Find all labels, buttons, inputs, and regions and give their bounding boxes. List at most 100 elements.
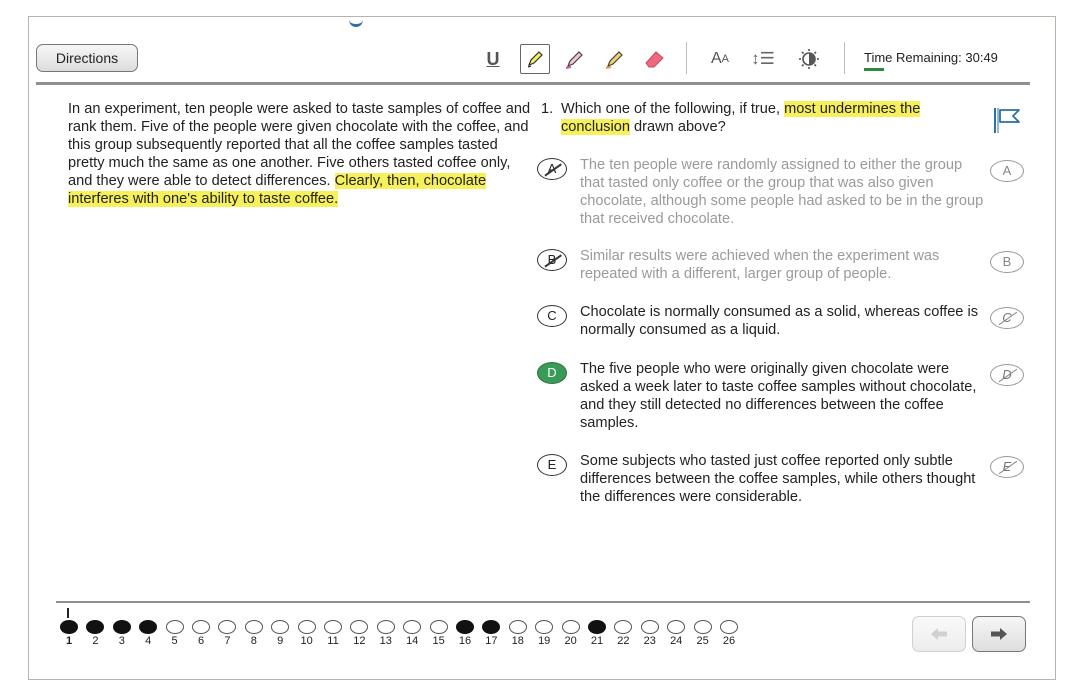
question-number-label: 10 <box>300 635 313 647</box>
question-dot-22[interactable] <box>614 620 633 634</box>
question-number-label: 12 <box>353 635 366 647</box>
question-dot-16[interactable] <box>456 620 474 634</box>
choice-text-d: The five people who were originally give… <box>580 361 977 431</box>
choice-letter-a[interactable]: A <box>537 158 567 180</box>
question-number-label: 16 <box>458 635 472 647</box>
eliminate-toggle-a[interactable]: A <box>990 160 1024 182</box>
question-dot-14[interactable] <box>403 620 422 634</box>
question-number-label: 7 <box>224 635 231 647</box>
question-number-label: 24 <box>670 635 683 647</box>
choice-letter-b[interactable]: B <box>537 249 567 271</box>
question-number-label: 26 <box>722 635 736 647</box>
question-dot-1[interactable] <box>60 620 78 634</box>
time-progress-bar <box>864 68 884 71</box>
question-dot-10[interactable] <box>297 620 316 634</box>
flag-icon[interactable] <box>991 104 1023 136</box>
eliminate-toggle-c[interactable]: C <box>990 307 1024 329</box>
question-dot-17[interactable] <box>482 620 501 634</box>
question-dot-20[interactable] <box>561 620 580 634</box>
eliminate-toggle-e[interactable]: E <box>990 456 1024 478</box>
question-dot-9[interactable] <box>271 620 290 634</box>
eliminate-toggle-d[interactable]: D <box>990 364 1024 386</box>
choice-text-c: Chocolate is normally consumed as a soli… <box>580 304 979 338</box>
question-number-label: 3 <box>118 635 125 647</box>
contrast-icon[interactable] <box>794 44 824 74</box>
question-dot-7[interactable] <box>218 620 237 634</box>
question-number-label: 20 <box>564 635 577 647</box>
question-dot-18[interactable] <box>508 620 527 634</box>
answer-choice-a[interactable]: A The ten people were randomly assigned … <box>537 156 1033 236</box>
question-dot-26[interactable] <box>720 620 738 634</box>
question-number-label: 1 <box>65 635 73 647</box>
underline-icon[interactable]: U <box>482 44 504 74</box>
question-dot-2[interactable] <box>86 620 105 634</box>
font-size-small-label: A <box>721 53 729 65</box>
question-number-label: 11 <box>327 635 339 647</box>
choice-text-a: The ten people were randomly assigned to… <box>580 157 984 227</box>
choice-text-e: Some subjects who tasted just coffee rep… <box>580 453 976 505</box>
pencil-highlight-icon[interactable] <box>520 44 550 74</box>
question-number-label: 5 <box>171 635 178 647</box>
question-dot-25[interactable] <box>693 620 712 634</box>
question-number-label: 14 <box>406 635 419 647</box>
time-remaining[interactable]: Time Remaining: 30:49 <box>864 50 998 65</box>
question-number-label: 25 <box>696 635 709 647</box>
pink-highlighter-icon[interactable] <box>560 44 590 74</box>
question-number-label: 17 <box>485 635 498 647</box>
choice-text-b: Similar results were achieved when the e… <box>580 248 940 282</box>
question-number-label: 18 <box>511 635 524 647</box>
line-spacing-icon[interactable]: ↕☰ <box>748 44 778 74</box>
question-number-label: 9 <box>277 635 284 647</box>
question-dot-23[interactable] <box>640 620 659 634</box>
question-dot-11[interactable] <box>324 620 342 634</box>
question-text-before: Which one of the following, if true, <box>561 101 785 117</box>
choice-letter-c[interactable]: C <box>537 305 567 327</box>
question-dot-21[interactable] <box>588 620 606 634</box>
eraser-icon[interactable] <box>640 44 670 74</box>
top-decoration <box>349 17 363 27</box>
toolbar-divider <box>844 42 845 74</box>
toolbar-divider <box>686 42 687 74</box>
answer-choice-e[interactable]: E Some subjects who tasted just coffee r… <box>537 452 1033 512</box>
current-question-marker <box>67 608 69 618</box>
question-text-after: drawn above? <box>629 119 726 135</box>
bottom-rule <box>56 601 1030 603</box>
toolbar-rule <box>36 82 1030 85</box>
choice-letter-d[interactable]: D <box>537 362 567 384</box>
font-size-icon[interactable]: AA <box>704 44 736 74</box>
eliminate-toggle-b[interactable]: B <box>990 251 1024 273</box>
question-number-label: 15 <box>432 635 445 647</box>
previous-button[interactable] <box>912 616 966 652</box>
answer-choice-d[interactable]: D The five people who were originally gi… <box>537 360 1033 440</box>
next-button[interactable] <box>972 616 1026 652</box>
question-number-label: 6 <box>197 635 205 647</box>
font-size-large-label: A <box>710 50 722 67</box>
question-number-label: 2 <box>92 635 99 647</box>
question-dot-19[interactable] <box>535 620 554 634</box>
question-number-label: 19 <box>538 635 551 647</box>
question-dot-3[interactable] <box>112 620 131 634</box>
answer-choice-b[interactable]: B Similar results were achieved when the… <box>537 247 1033 289</box>
arrow-right-icon <box>991 628 1007 640</box>
question-dot-8[interactable] <box>244 620 263 634</box>
directions-button[interactable]: Directions <box>36 44 138 72</box>
question-dot-12[interactable] <box>350 620 369 634</box>
question-dot-4[interactable] <box>139 620 158 634</box>
question-dot-13[interactable] <box>376 620 395 634</box>
question-dot-15[interactable] <box>429 620 448 634</box>
question-number-label: 13 <box>379 635 392 647</box>
question-progress: 1 2 3 4 5 6 7 8 9 10 11 12 13 14 15 16 17 18 19 20 21 22 23 24 2… <box>56 604 776 652</box>
answer-choice-c[interactable]: C Chocolate is normally consumed as a so… <box>537 303 1033 345</box>
question-number-label: 4 <box>145 635 152 647</box>
choice-letter-e[interactable]: E <box>537 454 567 476</box>
question-number-label: 23 <box>643 635 656 647</box>
question-dot-5[interactable] <box>165 620 184 634</box>
passage: In an experiment, ten people were asked … <box>68 100 534 208</box>
question-dot-24[interactable] <box>667 620 686 634</box>
question-number-label: 8 <box>250 635 257 647</box>
toolbar: Directions U AA ↕☰ Time Remaining: 30:49 <box>36 28 1030 74</box>
question-stem: Which one of the following, if true, mos… <box>561 100 986 136</box>
orange-highlighter-icon[interactable] <box>600 44 630 74</box>
question-dot-6[interactable] <box>192 620 210 634</box>
arrow-left-icon <box>931 628 947 640</box>
